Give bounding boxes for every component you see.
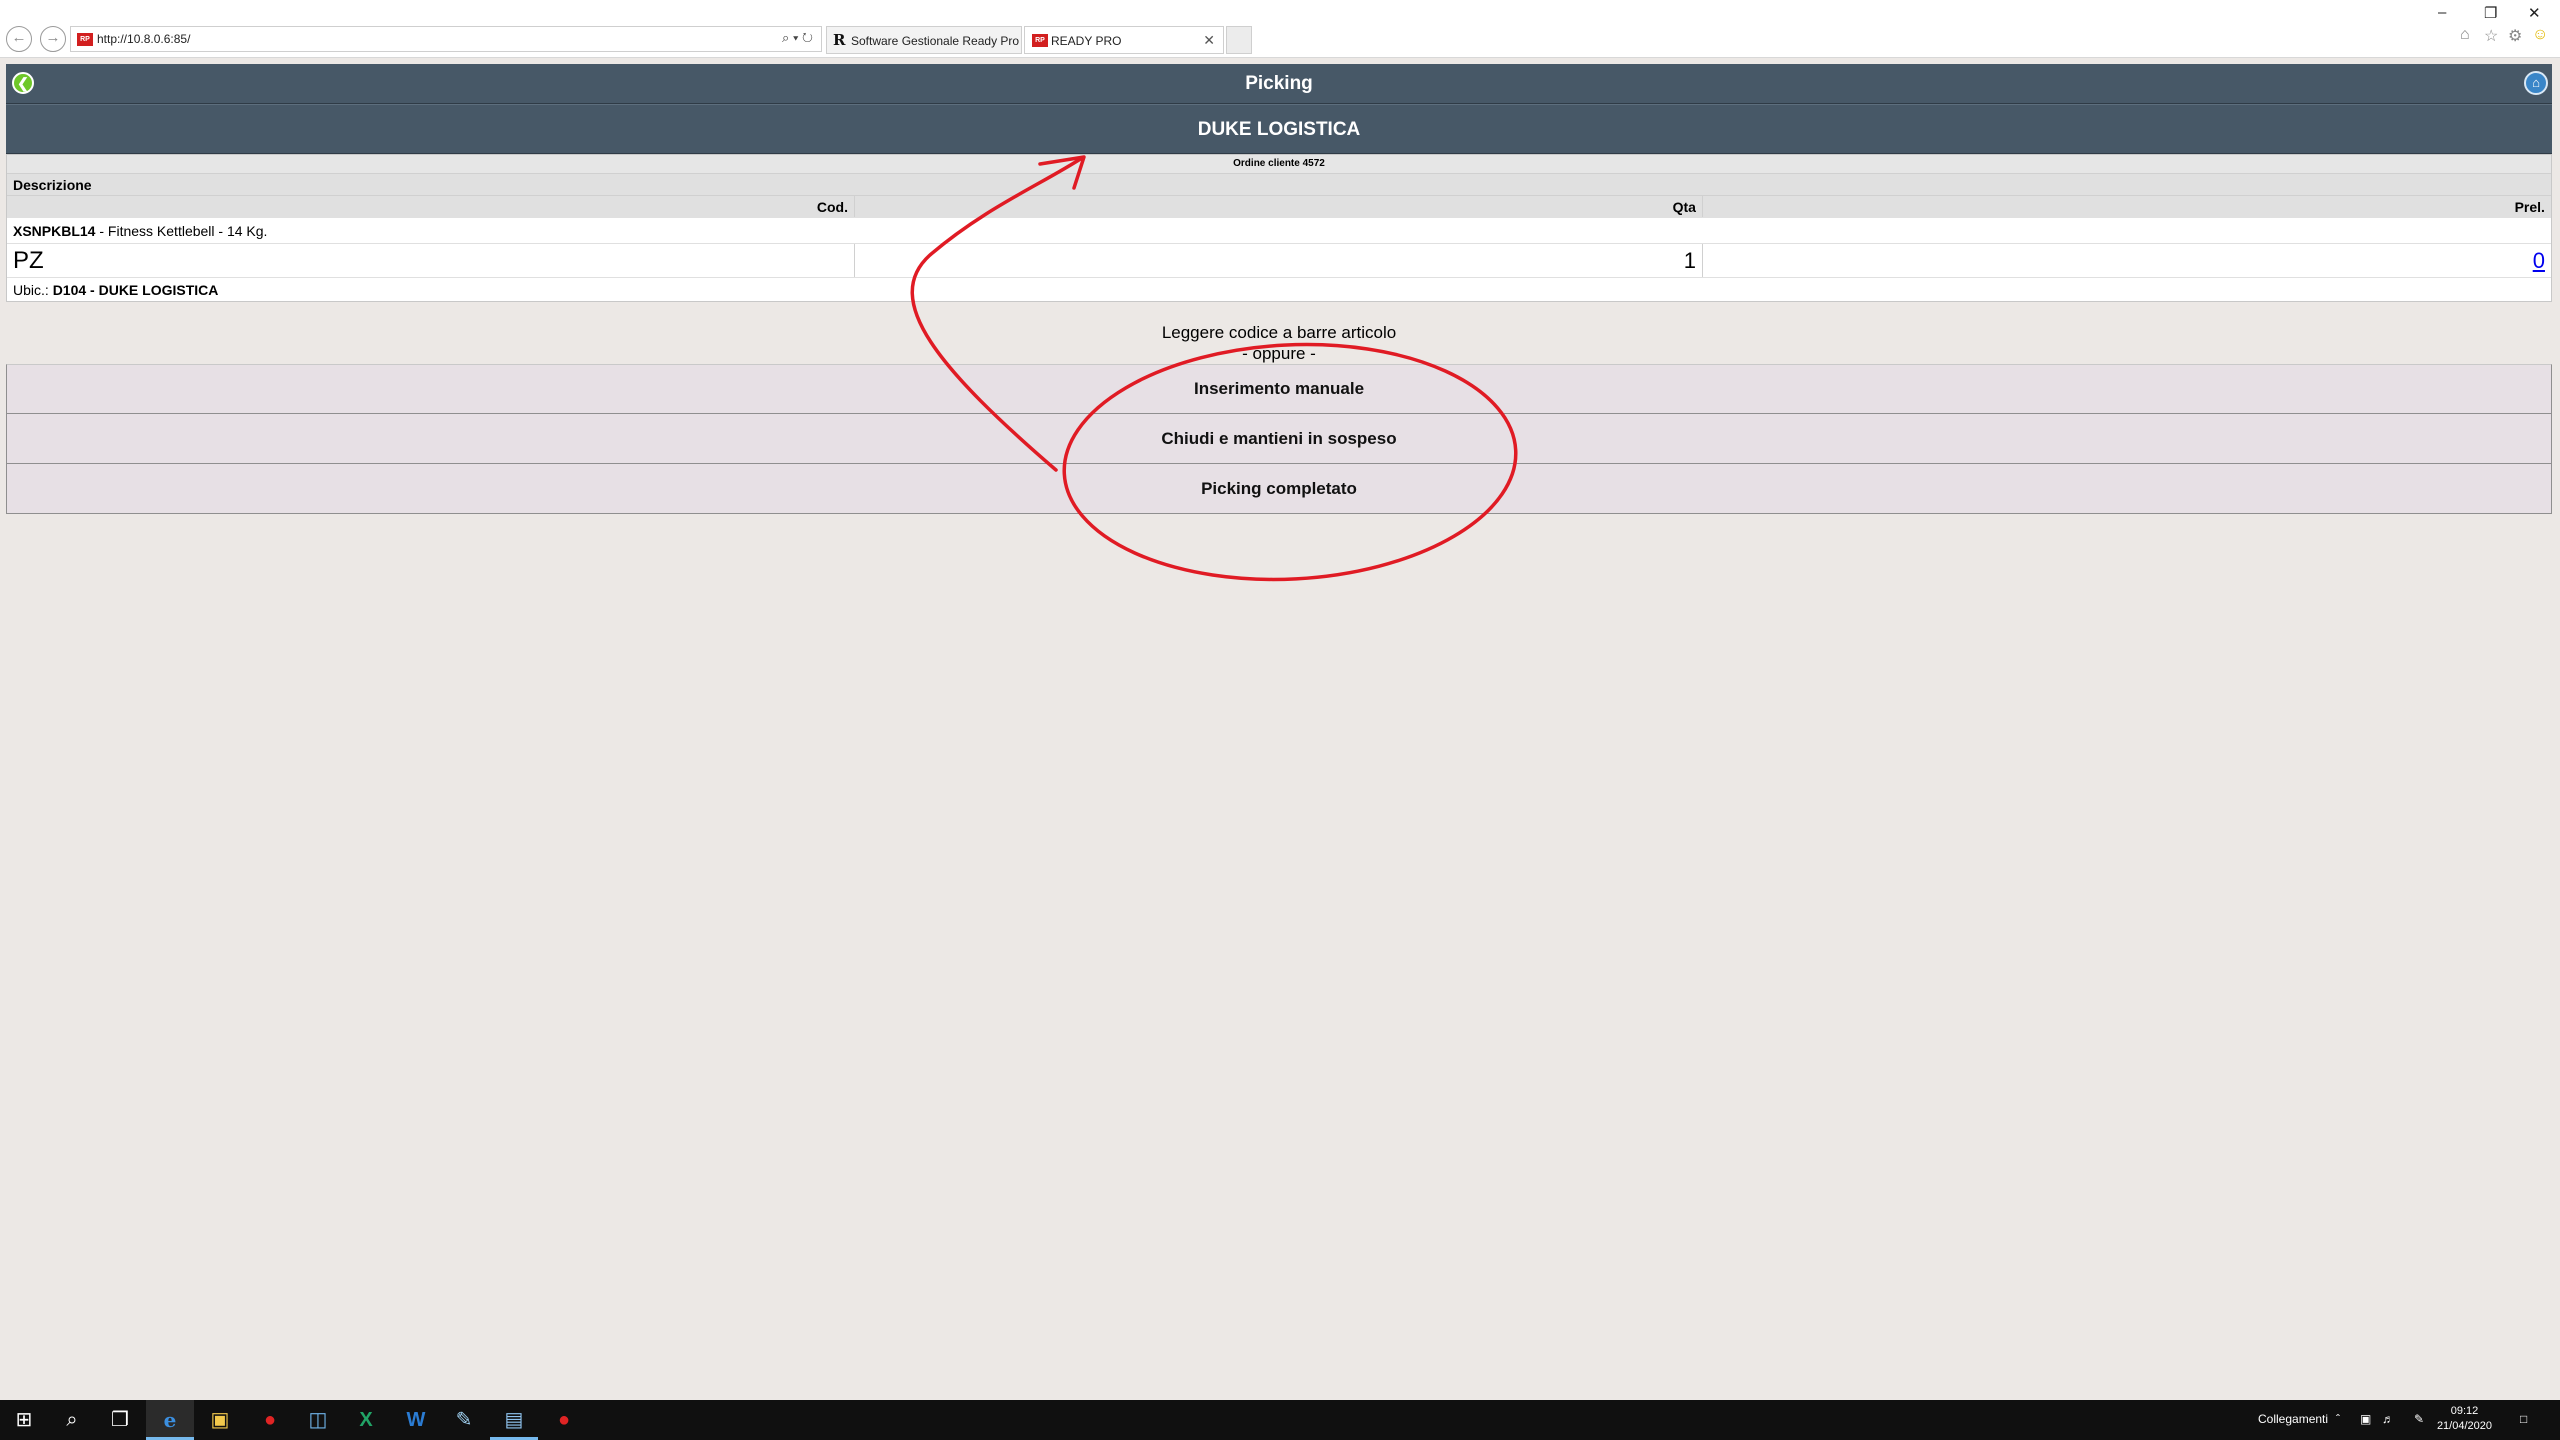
volume-icon[interactable]: ♬ [2382,1412,2394,1426]
dropdown-icon[interactable]: ▾ [793,30,798,45]
windows-start-icon[interactable]: ⊞ [0,1400,48,1440]
item-description: - Fitness Kettlebell - 14 Kg. [95,223,268,239]
order-label: Ordine cliente 4572 [7,155,2551,173]
strawberry-app-2-icon[interactable]: ● [540,1400,588,1440]
home-icon[interactable]: ⌂ [2460,26,2470,44]
file-explorer-icon[interactable]: ▣ [196,1400,244,1440]
address-bar[interactable]: RP http://10.8.0.6:85/ ⌕ ▾ ↻ [70,26,822,52]
picking-complete-button[interactable]: Picking completato [6,464,2552,514]
close-suspend-button[interactable]: Chiudi e mantieni in sospeso [6,414,2552,464]
back-icon[interactable]: ❮ [12,72,34,94]
restore-icon[interactable]: ❐ [2484,4,2497,22]
task-view-icon[interactable]: ❐ [96,1400,144,1440]
search-icon[interactable]: ⌕ [782,30,789,45]
remote-desktop-icon[interactable]: ◫ [294,1400,342,1440]
settings-gear-icon[interactable]: ⚙ [2508,26,2522,46]
header-qta: Qta [855,196,1703,217]
network-icon[interactable]: ▣ [2360,1412,2371,1426]
close-tab-icon[interactable]: ✕ [1203,32,1215,49]
or-text: - oppure - [1242,344,1316,363]
internet-explorer-icon[interactable]: e [146,1400,194,1440]
address-tools: ⌕ ▾ ↻ [782,30,813,46]
new-tab-button[interactable] [1226,26,1252,54]
clock-time: 09:12 [2450,1405,2479,1417]
customer-name: DUKE LOGISTICA [1197,119,1361,140]
item-prel-link[interactable]: 0 [2533,248,2545,273]
column-headers: Cod. Qta Prel. [7,195,2551,217]
clock-date: 21/04/2020 [2436,1420,2492,1432]
item-values-row: PZ 1 0 [7,243,2551,277]
links-toolbar-label[interactable]: Collegamenti [2258,1412,2328,1426]
minimize-icon[interactable]: – [2438,4,2446,21]
tab-ready-pro[interactable]: RP READY PRO ✕ [1024,26,1224,54]
notes-app-icon[interactable]: ✎ [440,1400,488,1440]
refresh-icon[interactable]: ↻ [802,30,813,45]
title-bar: ❮ Picking ⌂ [6,64,2552,104]
picking-app: ❮ Picking ⌂ DUKE LOGISTICA Ordine client… [6,64,2552,514]
back-arrow-icon[interactable]: ← [6,26,32,52]
site-favicon-icon: RP [1032,34,1048,47]
scan-prompt: Leggere codice a barre articolo [1161,323,1397,342]
tray-chevron-icon[interactable]: ˆ [2336,1412,2340,1426]
system-clock[interactable]: 09:12 21/04/2020 [2437,1404,2492,1434]
header-cod: Cod. [7,196,855,217]
monitor-app-icon[interactable]: ▤ [490,1400,538,1440]
customer-bar: DUKE LOGISTICA [6,104,2552,154]
item-code: XSNPKBL14 [13,223,96,239]
order-panel: Ordine cliente 4572 Descrizione Cod. Qta… [6,154,2552,302]
site-favicon-icon: RP [77,33,93,46]
item-description-row: XSNPKBL14 - Fitness Kettlebell - 14 Kg. [7,217,2551,243]
smiley-feedback-icon[interactable]: ☺ [2532,26,2548,44]
home-icon[interactable]: ⌂ [2524,71,2548,95]
forward-arrow-icon[interactable]: → [40,26,66,52]
page-title: Picking [1245,73,1313,94]
tab-software-gestionale[interactable]: R Software Gestionale Ready Pro ... [826,26,1022,54]
ubic-value: D104 - DUKE LOGISTICA [52,282,219,298]
manual-entry-button[interactable]: Inserimento manuale [6,364,2552,414]
search-icon[interactable]: ⌕ [48,1400,96,1440]
pen-ink-icon[interactable]: ✎ [2414,1412,2424,1426]
ready-logo-icon: R [833,31,846,49]
header-descrizione: Descrizione [7,173,2551,195]
item-unit: PZ [7,244,855,277]
strawberry-app-icon[interactable]: ● [246,1400,294,1440]
close-window-icon[interactable]: ✕ [2528,4,2541,22]
browser-chrome: ← → RP http://10.8.0.6:85/ ⌕ ▾ ↻ R Softw… [0,0,2560,58]
windows-taskbar: ⊞ ⌕ ❐ e ▣ ● ◫ X W ✎ ▤ ● Collegamenti ˆ ▣… [0,1400,2560,1440]
tab-label: READY PRO [1051,34,1122,48]
word-icon[interactable]: W [392,1400,440,1440]
item-location-row: Ubic.: D104 - DUKE LOGISTICA [7,277,2551,301]
notification-icon[interactable]: □ [2520,1412,2527,1426]
scan-instructions: Leggere codice a barre articolo - oppure… [6,322,2552,364]
ubic-label: Ubic.: [13,282,53,298]
tab-label: Software Gestionale Ready Pro ... [851,34,1022,48]
favorites-star-icon[interactable]: ☆ [2484,26,2498,46]
item-qta: 1 [855,244,1703,277]
excel-icon[interactable]: X [342,1400,390,1440]
header-prel: Prel. [2514,199,2545,215]
item-prel-cell: 0 [1703,244,2551,277]
address-url[interactable]: http://10.8.0.6:85/ [97,32,190,46]
